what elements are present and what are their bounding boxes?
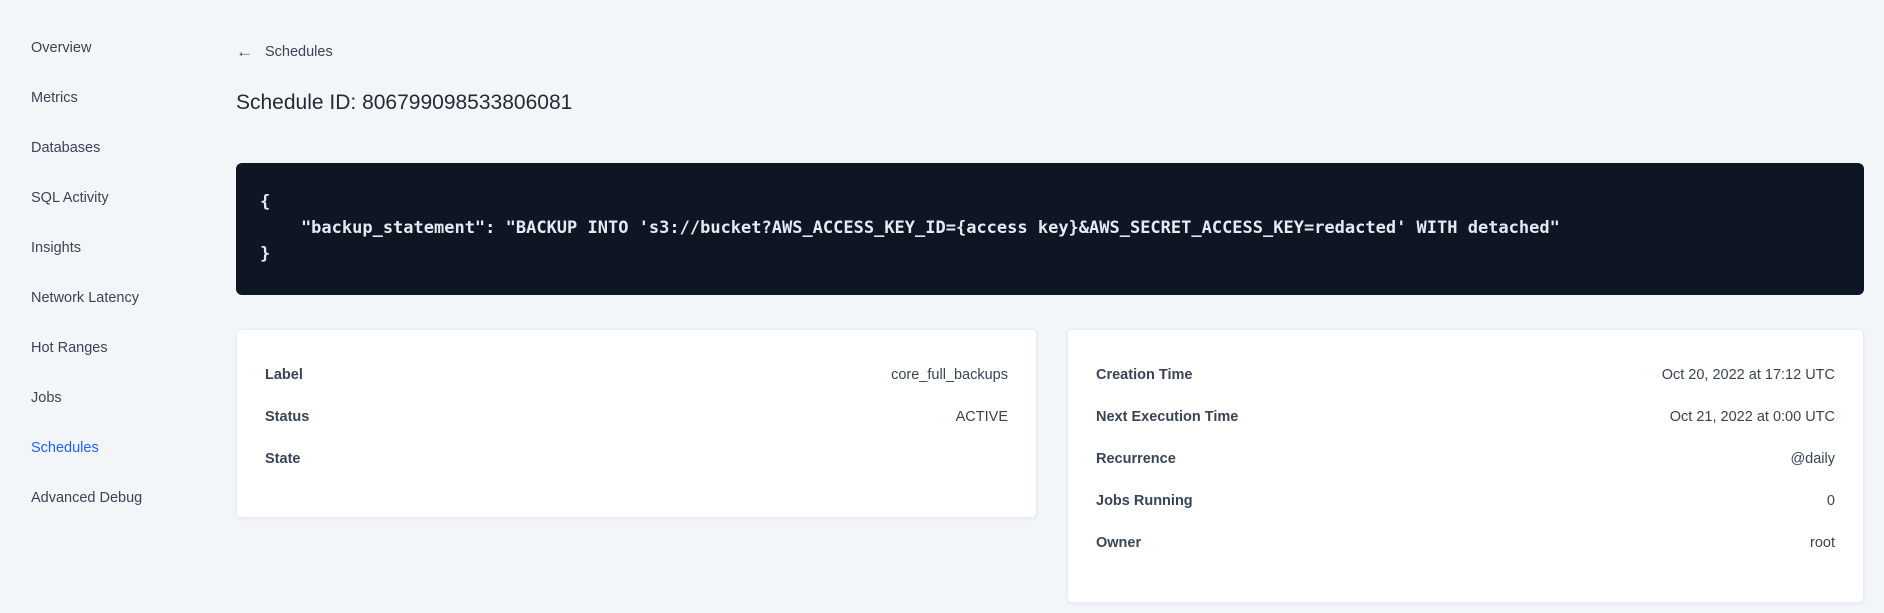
row-value: core_full_backups <box>891 367 1008 383</box>
schedule-details-card: Label core_full_backups Status ACTIVE St… <box>236 329 1037 518</box>
sidebar-item-insights[interactable]: Insights <box>0 223 196 273</box>
row-value: 0 <box>1826 493 1835 509</box>
back-link-label: Schedules <box>265 43 333 60</box>
sidebar-item-network-latency[interactable]: Network Latency <box>0 273 196 323</box>
row-label: Recurrence <box>1096 451 1176 467</box>
row-value: root <box>1810 535 1835 551</box>
row-label: Jobs Running <box>1096 493 1193 509</box>
table-row: Label core_full_backups <box>265 354 1008 396</box>
sidebar-nav: Overview Metrics Databases SQL Activity … <box>0 0 196 613</box>
row-label: Status <box>265 409 310 425</box>
arrow-left-icon: ← <box>236 42 253 61</box>
sidebar-item-advanced-debug[interactable]: Advanced Debug <box>0 473 196 523</box>
row-value: Oct 21, 2022 at 0:00 UTC <box>1669 409 1835 425</box>
page-title: Schedule ID: 806799098533806081 <box>236 91 573 114</box>
row-label: Owner <box>1096 535 1142 551</box>
sidebar-item-databases[interactable]: Databases <box>0 123 196 173</box>
row-label: State <box>265 451 301 467</box>
row-label: Label <box>265 367 303 383</box>
summary-cards: Label core_full_backups Status ACTIVE St… <box>236 329 1864 603</box>
row-value: ACTIVE <box>955 409 1008 425</box>
table-row: Recurrence @daily <box>1096 438 1835 480</box>
row-value: @daily <box>1790 451 1835 467</box>
code-line: { <box>260 192 271 212</box>
sidebar-nav-list: Overview Metrics Databases SQL Activity … <box>0 23 196 523</box>
table-row: Status ACTIVE <box>265 396 1008 438</box>
sidebar-item-metrics[interactable]: Metrics <box>0 73 196 123</box>
table-row: Owner root <box>1096 522 1835 564</box>
row-value: Oct 20, 2022 at 17:12 UTC <box>1661 367 1835 383</box>
table-row: State <box>265 438 1008 480</box>
code-line: "backup_statement": "BACKUP INTO 's3://b… <box>260 218 1560 238</box>
sidebar-item-hot-ranges[interactable]: Hot Ranges <box>0 323 196 373</box>
sidebar-item-schedules[interactable]: Schedules <box>0 423 196 473</box>
back-to-schedules-link[interactable]: ← Schedules <box>236 43 333 60</box>
row-label: Next Execution Time <box>1096 409 1239 425</box>
sidebar-item-jobs[interactable]: Jobs <box>0 373 196 423</box>
table-row: Next Execution Time Oct 21, 2022 at 0:00… <box>1096 396 1835 438</box>
table-row: Creation Time Oct 20, 2022 at 17:12 UTC <box>1096 354 1835 396</box>
table-row: Jobs Running 0 <box>1096 480 1835 522</box>
row-label: Creation Time <box>1096 367 1193 383</box>
schedule-statement-code-block: { "backup_statement": "BACKUP INTO 's3:/… <box>236 163 1864 295</box>
sidebar-item-overview[interactable]: Overview <box>0 23 196 73</box>
sidebar-item-sql-activity[interactable]: SQL Activity <box>0 173 196 223</box>
schedule-detail-page: Overview Metrics Databases SQL Activity … <box>0 0 1884 613</box>
schedule-timing-card: Creation Time Oct 20, 2022 at 17:12 UTC … <box>1067 329 1864 603</box>
code-line: } <box>260 244 271 264</box>
